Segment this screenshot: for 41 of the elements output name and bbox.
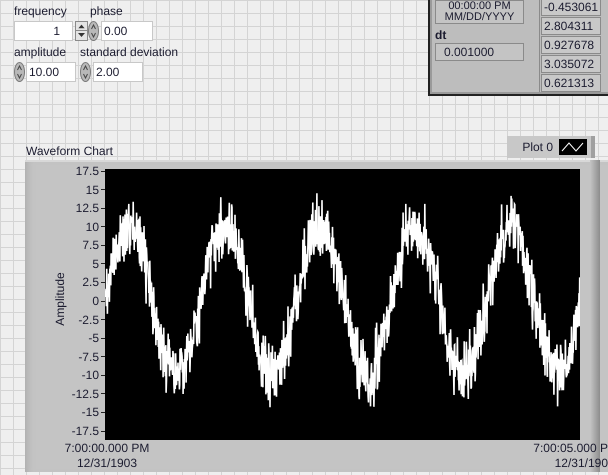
y-tick-label: 15: [86, 182, 99, 197]
y-axis-title: Amplitude: [53, 271, 67, 328]
y-tick-label: -15: [82, 405, 99, 420]
numeric-field[interactable]: 0.00: [101, 21, 153, 41]
numeric-field[interactable]: 10.00: [26, 62, 76, 82]
spinner-icon[interactable]: [80, 62, 91, 82]
numeric-field[interactable]: 2.00: [93, 62, 143, 82]
timestamp-display: 00:00:00 PM MM/DD/YYYY: [435, 0, 524, 24]
control-label: standard deviation: [80, 44, 178, 60]
numeric-field[interactable]: 1: [14, 21, 73, 41]
dt-display: 0.001000: [435, 43, 524, 61]
array-element: 3.035072: [541, 55, 601, 73]
y-tick-label: 0: [92, 294, 99, 308]
y-tick-label: -7.5: [78, 350, 99, 364]
y-tick-label: 7.5: [82, 238, 99, 252]
array-element: 2.804311: [541, 17, 601, 35]
spinner-icon[interactable]: [14, 62, 25, 82]
control-label: amplitude: [14, 44, 66, 60]
y-tick-label: -12.5: [72, 386, 99, 401]
line-style-icon: [559, 139, 587, 155]
y-tick-label: 10: [86, 220, 99, 234]
control-label: phase: [90, 3, 123, 19]
array-element: 0.927678: [541, 36, 601, 54]
x-tick-label: 7:00:05.000 P 12/31/190: [533, 441, 608, 471]
spinner-icon[interactable]: [88, 21, 99, 41]
array-element: 0.621313: [541, 74, 601, 92]
y-tick-label: 17.5: [76, 164, 99, 178]
control-label: frequency: [14, 3, 67, 19]
y-tick-label: 5: [92, 256, 99, 271]
x-tick-label: 7:00:00.000 PM 12/31/1903: [67, 441, 147, 471]
y-tick-label: -10: [82, 368, 99, 382]
y-tick-label: 12.5: [76, 201, 99, 216]
array-element: -0.453061: [541, 0, 601, 16]
dt-label: dt: [435, 28, 446, 42]
y-tick-label: -17.5: [72, 424, 99, 438]
increment-decrement-buttons[interactable]: [75, 21, 88, 41]
y-tick-label: -2.5: [78, 312, 99, 327]
plot-legend: Plot 0: [507, 136, 595, 158]
y-tick-label: 2.5: [82, 275, 99, 290]
chart-title: Waveform Chart: [26, 143, 113, 159]
y-tick-label: -5: [88, 331, 99, 346]
